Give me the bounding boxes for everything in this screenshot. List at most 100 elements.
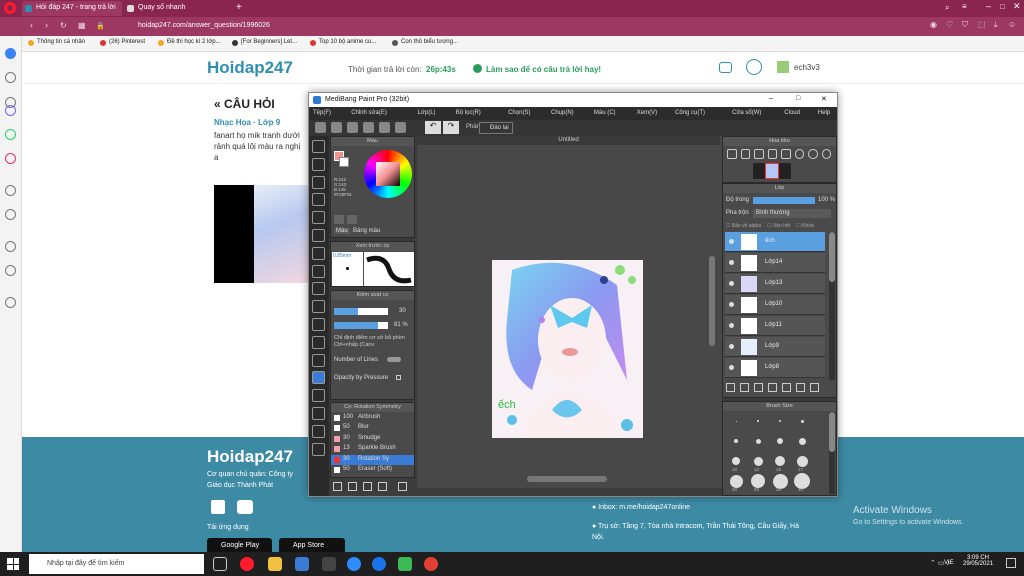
brush-list-item[interactable]: 30 Rotation Sy — [331, 454, 414, 465]
flip-horizontal-icon[interactable] — [781, 149, 791, 159]
taskbar-search[interactable]: Nhập tại đây để tìm kiếm — [29, 554, 204, 574]
text-tool-icon[interactable] — [312, 371, 325, 385]
close-icon[interactable]: ✕ — [1013, 1, 1021, 12]
undo-button[interactable]: ↶ — [425, 121, 441, 134]
chrome-icon[interactable] — [424, 557, 438, 571]
fill-tool-icon[interactable] — [312, 229, 325, 242]
layer-folder-icon[interactable] — [782, 383, 791, 392]
layer-row[interactable]: Lớp9 — [725, 337, 825, 357]
menu-item[interactable]: Chụp(N) — [551, 110, 574, 116]
canvas-vertical-scrollbar[interactable] — [709, 256, 715, 346]
brush-list-item[interactable]: 50 Blur — [331, 423, 414, 433]
fit-icon[interactable] — [754, 149, 764, 159]
bookmark-item[interactable]: Thông tin cá nhân — [28, 39, 85, 46]
new-tab-button[interactable]: + — [236, 2, 242, 13]
add-layer-icon[interactable] — [726, 383, 735, 392]
brush-size-cell[interactable]: 15 — [771, 454, 789, 472]
settings-icon[interactable] — [5, 265, 16, 276]
menu-item[interactable]: Help — [818, 110, 830, 116]
brush-size-cell[interactable] — [771, 414, 789, 432]
footer-logo[interactable]: Hoidap247 — [207, 447, 293, 467]
bookmark-item[interactable]: Con thỏ biểu tượng... — [392, 39, 458, 46]
blend-mode-select[interactable]: Bình thường — [753, 209, 831, 218]
opera-logo-icon[interactable] — [4, 2, 16, 14]
copy-brush-icon[interactable] — [348, 482, 357, 491]
select-tool-icon[interactable] — [312, 282, 325, 296]
layer-row[interactable]: ếch — [725, 232, 825, 252]
start-icon[interactable] — [7, 558, 19, 570]
delete-layer-icon[interactable] — [796, 383, 805, 392]
layer-row[interactable]: Lớp14 — [725, 253, 825, 273]
brush-list-item[interactable]: 13 Sparkle Brush — [331, 444, 414, 454]
menu-item[interactable]: Bộ lọc(R) — [456, 110, 481, 116]
color-wheel[interactable] — [364, 150, 412, 198]
question-image[interactable] — [214, 185, 310, 283]
footer-inbox[interactable]: ● Inbox: m.me/hoidap247online — [592, 504, 690, 511]
gradient-tool-icon[interactable] — [312, 264, 325, 278]
eye-icon[interactable] — [729, 302, 734, 307]
add-halftone-layer-icon[interactable] — [740, 383, 749, 392]
username[interactable]: ech3v3 — [794, 63, 820, 72]
notification-bell-icon[interactable] — [746, 59, 762, 75]
medibang-close-icon[interactable]: ✕ — [821, 95, 827, 103]
speed-dial-icon[interactable] — [5, 48, 16, 59]
layer-row[interactable]: Lớp8 — [725, 358, 825, 378]
brush-size-cell[interactable] — [749, 434, 767, 452]
merge-layer-icon[interactable] — [768, 383, 777, 392]
brush-size-cell[interactable]: 20 — [727, 474, 745, 492]
navigator-thumbnail[interactable] — [753, 163, 791, 179]
brush-size-cell[interactable]: 10 — [727, 454, 745, 472]
zoom-in-icon[interactable] — [727, 149, 737, 159]
brush-tool-icon[interactable] — [312, 140, 325, 153]
opera-taskbar-icon[interactable] — [240, 557, 254, 571]
redo-button[interactable]: ↷ — [443, 121, 459, 134]
menu-item[interactable]: Tệp(F) — [313, 110, 331, 116]
layer-row[interactable]: Lớp10 — [725, 295, 825, 315]
add-brush-icon[interactable] — [333, 482, 342, 491]
brush-size-cell[interactable]: 17 — [793, 454, 811, 472]
open-file-icon[interactable] — [331, 122, 342, 133]
layer-settings-icon[interactable] — [810, 383, 819, 392]
cloud-icon[interactable] — [347, 122, 358, 133]
brush-size-cell[interactable]: 25 — [749, 474, 767, 492]
store-icon[interactable] — [322, 557, 336, 571]
eye-icon[interactable] — [729, 323, 734, 328]
whatsapp-icon[interactable] — [5, 129, 16, 140]
eye-icon[interactable] — [729, 260, 734, 265]
save-icon[interactable] — [363, 122, 374, 133]
shield-icon[interactable]: ⛉ — [962, 20, 968, 30]
canvas-tab[interactable]: Untitled — [417, 136, 720, 145]
magic-wand-icon[interactable] — [312, 318, 325, 331]
tab-hoidap[interactable]: Hỏi đáp 247 - trang trả lời — [22, 1, 122, 16]
send-icon[interactable] — [5, 209, 16, 220]
brush-size-cell[interactable]: 12 — [749, 454, 767, 472]
search-icon[interactable]: ⌕ — [945, 3, 949, 13]
brush-folder-icon[interactable] — [398, 482, 407, 491]
site-logo[interactable]: Hoidap247 — [207, 58, 293, 78]
clipping-check[interactable]: ☐ Xén hết — [767, 223, 790, 229]
menu-item[interactable]: Lớp(L) — [418, 110, 436, 116]
eye-icon[interactable] — [729, 365, 734, 370]
opacity-pressure-checkbox[interactable] — [396, 375, 401, 380]
color-square[interactable] — [376, 162, 400, 186]
menu-item[interactable]: Màu (C) — [594, 110, 616, 116]
brush-opacity-slider[interactable] — [334, 322, 388, 329]
brush-size-cell[interactable] — [727, 414, 745, 432]
duplicate-layer-icon[interactable] — [754, 383, 763, 392]
facebook-icon[interactable] — [211, 500, 225, 514]
dot-tool-icon[interactable] — [312, 175, 325, 189]
brush-settings-icon[interactable] — [363, 482, 372, 491]
minimize-icon[interactable]: – — [986, 1, 991, 11]
medibang-maximize-icon[interactable]: □ — [796, 95, 800, 102]
back-icon[interactable]: ‹ — [30, 20, 33, 30]
app-icon[interactable] — [398, 557, 412, 571]
url-field[interactable]: hoidap247.com/answer_question/1996026 — [112, 20, 912, 33]
clock-icon[interactable] — [5, 185, 16, 196]
menu-item[interactable]: Công cụ(T) — [675, 110, 705, 116]
artwork-canvas[interactable]: ếch — [492, 260, 643, 438]
bookmark-item[interactable]: (26) Pinterest — [100, 39, 145, 46]
forward-icon[interactable]: › — [45, 20, 48, 30]
eye-icon[interactable] — [729, 281, 734, 286]
layer-scrollbar-track[interactable] — [829, 232, 835, 380]
lock-check[interactable]: ☐ Khóa — [796, 223, 814, 229]
